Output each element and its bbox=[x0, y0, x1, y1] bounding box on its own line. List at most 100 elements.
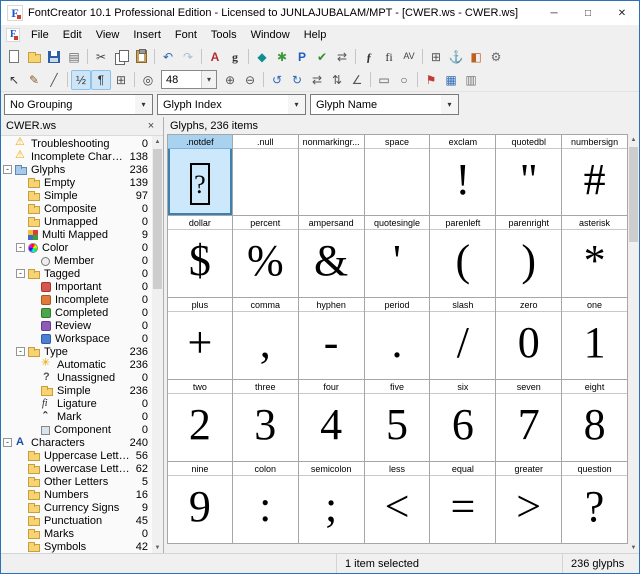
skew-tool-button[interactable]: ∠ bbox=[347, 70, 367, 90]
paste-button[interactable] bbox=[131, 47, 151, 67]
tree-collapse-toggle[interactable]: - bbox=[16, 243, 25, 252]
tree-item-color[interactable]: -Color0 bbox=[1, 241, 152, 254]
tree-item-empty[interactable]: Empty139 bbox=[1, 176, 152, 189]
glyph-cell-colon[interactable]: colon: bbox=[233, 462, 299, 544]
copy-button[interactable] bbox=[111, 47, 131, 67]
tree-item-glyphs[interactable]: -Glyphs236 bbox=[1, 163, 152, 176]
print-button[interactable]: ▤ bbox=[64, 47, 84, 67]
glyph-cell-zero[interactable]: zero0 bbox=[496, 298, 562, 380]
menu-item-view[interactable]: View bbox=[89, 26, 127, 44]
tree-item-punctuation[interactable]: Punctuation45 bbox=[1, 514, 152, 527]
rotate-left-button[interactable]: ↺ bbox=[267, 70, 287, 90]
knife-tool-button[interactable]: ╱ bbox=[44, 70, 64, 90]
compare-fonts-button[interactable]: ⇄ bbox=[332, 47, 352, 67]
menu-item-help[interactable]: Help bbox=[297, 26, 334, 44]
menu-item-tools[interactable]: Tools bbox=[204, 26, 244, 44]
menu-item-edit[interactable]: Edit bbox=[56, 26, 89, 44]
scrollbar-track[interactable] bbox=[152, 147, 163, 542]
tree-collapse-toggle[interactable]: - bbox=[3, 438, 12, 447]
glyph-cell-hyphen[interactable]: hyphen- bbox=[299, 298, 365, 380]
tree-item-other-letters[interactable]: Other Letters5 bbox=[1, 475, 152, 488]
anchor-manager-button[interactable]: ⚓ bbox=[446, 47, 466, 67]
window-minimize-button[interactable]: ─ bbox=[537, 1, 571, 25]
font-validation-button[interactable]: ✔ bbox=[312, 47, 332, 67]
menu-item-insert[interactable]: Insert bbox=[126, 26, 168, 44]
glyph-cell-question[interactable]: question? bbox=[562, 462, 628, 544]
new-font-button[interactable] bbox=[4, 47, 24, 67]
tree-item-marks[interactable]: Marks0 bbox=[1, 527, 152, 540]
scroll-up-icon[interactable]: ▲ bbox=[628, 134, 639, 145]
menu-item-font[interactable]: Font bbox=[168, 26, 204, 44]
glyph-cell-semicolon[interactable]: semicolon; bbox=[299, 462, 365, 544]
flip-horizontal-button[interactable]: ⇄ bbox=[307, 70, 327, 90]
show-grid-button[interactable]: ⊞ bbox=[111, 70, 131, 90]
grouping-combo-3[interactable]: Glyph Name▾ bbox=[310, 94, 459, 115]
tree-item-mark[interactable]: Mark0 bbox=[1, 410, 152, 423]
tree-item-incomplete[interactable]: Incomplete0 bbox=[1, 293, 152, 306]
tree-item-incomplete-characters[interactable]: Incomplete Characters138 bbox=[1, 150, 152, 163]
panel-tab[interactable]: CWER.ws × bbox=[1, 117, 163, 136]
font-properties-button[interactable]: ƒ bbox=[359, 47, 379, 67]
dropdown-arrow-icon[interactable]: ▾ bbox=[441, 95, 458, 114]
tree-item-unmapped[interactable]: Unmapped0 bbox=[1, 215, 152, 228]
glyph-cell-parenleft[interactable]: parenleft( bbox=[430, 216, 496, 298]
glyph-cell-quotesingle[interactable]: quotesingle' bbox=[365, 216, 431, 298]
external-tools-button[interactable]: ⚙ bbox=[486, 47, 506, 67]
menu-item-window[interactable]: Window bbox=[244, 26, 297, 44]
glyph-cell-five[interactable]: five5 bbox=[365, 380, 431, 462]
zoom-out-button[interactable]: ⊖ bbox=[240, 70, 260, 90]
tree-item-currency-signs[interactable]: Currency Signs9 bbox=[1, 501, 152, 514]
tree-item-review[interactable]: Review0 bbox=[1, 319, 152, 332]
tree-item-multi-mapped[interactable]: Multi Mapped9 bbox=[1, 228, 152, 241]
save-font-button[interactable] bbox=[44, 47, 64, 67]
scroll-down-icon[interactable]: ▼ bbox=[628, 542, 639, 553]
glyph-cell-six[interactable]: six6 bbox=[430, 380, 496, 462]
tree-item-member[interactable]: Member0 bbox=[1, 254, 152, 267]
tree-item-ligature[interactable]: Ligature0 bbox=[1, 397, 152, 410]
panel-close-icon[interactable]: × bbox=[144, 120, 158, 132]
grouping-combo-2[interactable]: Glyph Index▾ bbox=[157, 94, 306, 115]
glyph-cell-equal[interactable]: equal= bbox=[430, 462, 496, 544]
contour-mode-button[interactable]: ✎ bbox=[24, 70, 44, 90]
menu-item-file[interactable]: File bbox=[24, 26, 56, 44]
redo-button[interactable]: ↷ bbox=[178, 47, 198, 67]
tree-item-type[interactable]: -Type236 bbox=[1, 345, 152, 358]
glyph-cell-notdef[interactable]: .notdef? bbox=[167, 134, 233, 216]
rotate-right-button[interactable]: ↻ bbox=[287, 70, 307, 90]
glyph-cell-null[interactable]: .null bbox=[233, 134, 299, 216]
tree-item-important[interactable]: Important0 bbox=[1, 280, 152, 293]
glyph-cell-percent[interactable]: percent% bbox=[233, 216, 299, 298]
window-close-button[interactable]: ✕ bbox=[605, 1, 639, 25]
tree-item-uppercase-letters[interactable]: Uppercase Letters56 bbox=[1, 449, 152, 462]
glyph-cell-one[interactable]: one1 bbox=[562, 298, 628, 380]
glyph-cell-three[interactable]: three3 bbox=[233, 380, 299, 462]
scrollbar-thumb[interactable] bbox=[153, 149, 162, 289]
scroll-down-icon[interactable]: ▼ bbox=[152, 542, 163, 553]
zoom-in-button[interactable]: ⊕ bbox=[220, 70, 240, 90]
zoom-level-combo[interactable]: 48▾ bbox=[161, 70, 217, 89]
tree-collapse-toggle[interactable]: - bbox=[16, 347, 25, 356]
glyph-grid-options-button[interactable]: ⊞ bbox=[426, 47, 446, 67]
flip-vertical-button[interactable]: ⇅ bbox=[327, 70, 347, 90]
glyph-cell-asterisk[interactable]: asterisk* bbox=[562, 216, 628, 298]
glyph-cell-eight[interactable]: eight8 bbox=[562, 380, 628, 462]
grouping-combo-1[interactable]: No Grouping▾ bbox=[4, 94, 153, 115]
zoom-tool-button[interactable]: ◎ bbox=[138, 70, 158, 90]
kerning-pairs-button[interactable]: AV bbox=[399, 47, 419, 67]
cut-button[interactable]: ✂ bbox=[91, 47, 111, 67]
tree-item-completed[interactable]: Completed0 bbox=[1, 306, 152, 319]
dropdown-arrow-icon[interactable]: ▾ bbox=[288, 95, 305, 114]
undo-button[interactable]: ↶ bbox=[158, 47, 178, 67]
glyph-cell-nine[interactable]: nine9 bbox=[167, 462, 233, 544]
glyph-cell-greater[interactable]: greater> bbox=[496, 462, 562, 544]
sample-text-button[interactable]: ▥ bbox=[461, 70, 481, 90]
scroll-up-icon[interactable]: ▲ bbox=[152, 136, 163, 147]
color-designer-button[interactable]: ◧ bbox=[466, 47, 486, 67]
preview-panel-button[interactable]: P bbox=[292, 47, 312, 67]
dropdown-arrow-icon[interactable]: ▾ bbox=[135, 95, 152, 114]
tree-item-component[interactable]: Component0 bbox=[1, 423, 152, 436]
show-guidelines-button[interactable]: ¶ bbox=[91, 70, 111, 90]
scrollbar-thumb[interactable] bbox=[629, 147, 638, 242]
glyph-cell-plus[interactable]: plus+ bbox=[167, 298, 233, 380]
insert-characters-button[interactable]: A bbox=[205, 47, 225, 67]
